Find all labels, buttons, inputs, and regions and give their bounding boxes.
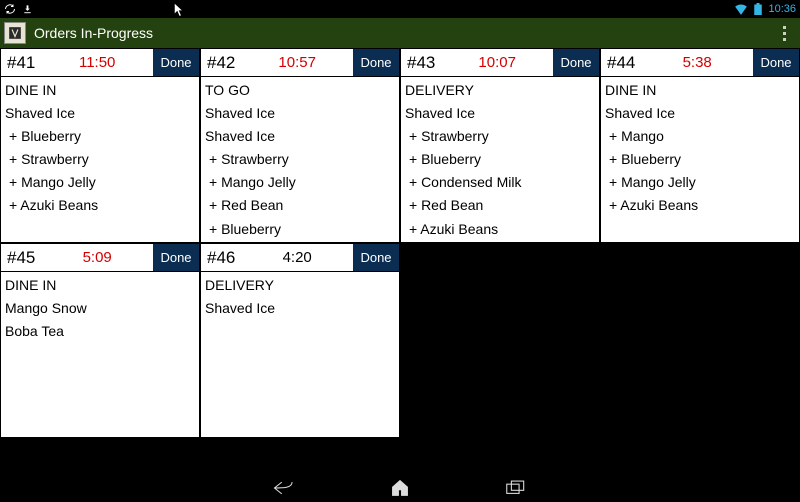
ticket-header: #445:38Done: [601, 49, 799, 77]
order-type: DINE IN: [605, 79, 795, 102]
item-modifier: + Mango Jelly: [5, 171, 195, 194]
overflow-menu-button[interactable]: [772, 21, 796, 45]
ticket-header: #4310:07Done: [401, 49, 599, 77]
android-status-bar: 10:36: [0, 0, 800, 18]
item-name: Shaved Ice: [205, 297, 395, 320]
item-modifier: + Mango Jelly: [605, 171, 795, 194]
ticket-body: DINE INShaved Ice + Blueberry + Strawber…: [1, 77, 199, 242]
order-number: #41: [1, 49, 41, 76]
order-type: DELIVERY: [405, 79, 595, 102]
item-modifier: + Strawberry: [205, 148, 395, 171]
elapsed-time: 10:57: [241, 49, 353, 76]
ticket-card: #4111:50DoneDINE INShaved Ice + Blueberr…: [0, 48, 200, 243]
android-nav-bar: [0, 474, 800, 502]
item-modifier: + Azuki Beans: [405, 218, 595, 241]
done-button[interactable]: Done: [153, 49, 199, 76]
ticket-body: DELIVERYShaved Ice: [201, 272, 399, 437]
elapsed-time: 5:38: [641, 49, 753, 76]
item-name: Shaved Ice: [205, 102, 395, 125]
order-number: #46: [201, 244, 241, 271]
done-button[interactable]: Done: [353, 49, 399, 76]
tickets-grid: #4111:50DoneDINE INShaved Ice + Blueberr…: [0, 48, 800, 474]
item-name: Shaved Ice: [5, 102, 195, 125]
item-modifier: + Mochi: [405, 241, 595, 242]
ticket-body: DELIVERYShaved Ice + Strawberry + Bluebe…: [401, 77, 599, 242]
item-modifier: + Azuki Beans: [205, 241, 395, 242]
ticket-card: #455:09DoneDINE INMango SnowBoba Tea: [0, 243, 200, 438]
order-number: #44: [601, 49, 641, 76]
ticket-card: #4210:57DoneTO GOShaved IceShaved Ice + …: [200, 48, 400, 243]
order-type: TO GO: [205, 79, 395, 102]
ticket-card: #4310:07DoneDELIVERYShaved Ice + Strawbe…: [400, 48, 600, 243]
item-modifier: + Blueberry: [205, 218, 395, 241]
item-modifier: + Red Bean: [205, 194, 395, 217]
app-icon: [4, 22, 26, 44]
empty-cell: [600, 243, 800, 438]
item-name: Shaved Ice: [405, 102, 595, 125]
sync-icon: [4, 3, 16, 15]
ticket-body: DINE INMango SnowBoba Tea: [1, 272, 199, 437]
ticket-body: DINE INShaved Ice + Mango + Blueberry + …: [601, 77, 799, 242]
done-button[interactable]: Done: [553, 49, 599, 76]
ticket-header: #4111:50Done: [1, 49, 199, 77]
done-button[interactable]: Done: [753, 49, 799, 76]
order-type: DELIVERY: [205, 274, 395, 297]
done-button[interactable]: Done: [353, 244, 399, 271]
elapsed-time: 11:50: [41, 49, 153, 76]
download-icon: [22, 4, 33, 15]
ticket-card: #464:20DoneDELIVERYShaved Ice: [200, 243, 400, 438]
nav-recents-button[interactable]: [503, 475, 529, 501]
app-title: Orders In-Progress: [34, 25, 153, 41]
item-name: Mango Snow: [5, 297, 195, 320]
mouse-cursor-icon: [173, 1, 185, 17]
order-type: DINE IN: [5, 79, 195, 102]
status-clock: 10:36: [768, 3, 796, 15]
item-modifier: + Strawberry: [5, 148, 195, 171]
ticket-body: TO GOShaved IceShaved Ice + Strawberry +…: [201, 77, 399, 242]
wifi-icon: [734, 3, 748, 15]
elapsed-time: 5:09: [41, 244, 153, 271]
order-number: #43: [401, 49, 441, 76]
battery-icon: [754, 3, 762, 15]
item-modifier: + Blueberry: [605, 148, 795, 171]
ticket-header: #4210:57Done: [201, 49, 399, 77]
order-number: #42: [201, 49, 241, 76]
ticket-header: #455:09Done: [1, 244, 199, 272]
app-bar: Orders In-Progress: [0, 18, 800, 48]
ticket-card: #445:38DoneDINE INShaved Ice + Mango + B…: [600, 48, 800, 243]
nav-back-button[interactable]: [271, 475, 297, 501]
elapsed-time: 4:20: [241, 244, 353, 271]
item-name: Shaved Ice: [205, 125, 395, 148]
item-modifier: + Blueberry: [5, 125, 195, 148]
ticket-header: #464:20Done: [201, 244, 399, 272]
item-modifier: + Mango: [605, 125, 795, 148]
empty-cell: [400, 243, 600, 438]
order-number: #45: [1, 244, 41, 271]
item-modifier: + Mango Jelly: [205, 171, 395, 194]
order-type: DINE IN: [5, 274, 195, 297]
elapsed-time: 10:07: [441, 49, 553, 76]
done-button[interactable]: Done: [153, 244, 199, 271]
nav-home-button[interactable]: [387, 475, 413, 501]
item-name: Shaved Ice: [605, 102, 795, 125]
item-modifier: + Blueberry: [405, 148, 595, 171]
item-modifier: + Strawberry: [405, 125, 595, 148]
item-name: Boba Tea: [5, 320, 195, 343]
item-modifier: + Condensed Milk: [405, 171, 595, 194]
item-modifier: + Azuki Beans: [5, 194, 195, 217]
item-modifier: + Azuki Beans: [605, 194, 795, 217]
item-modifier: + Red Bean: [405, 194, 595, 217]
